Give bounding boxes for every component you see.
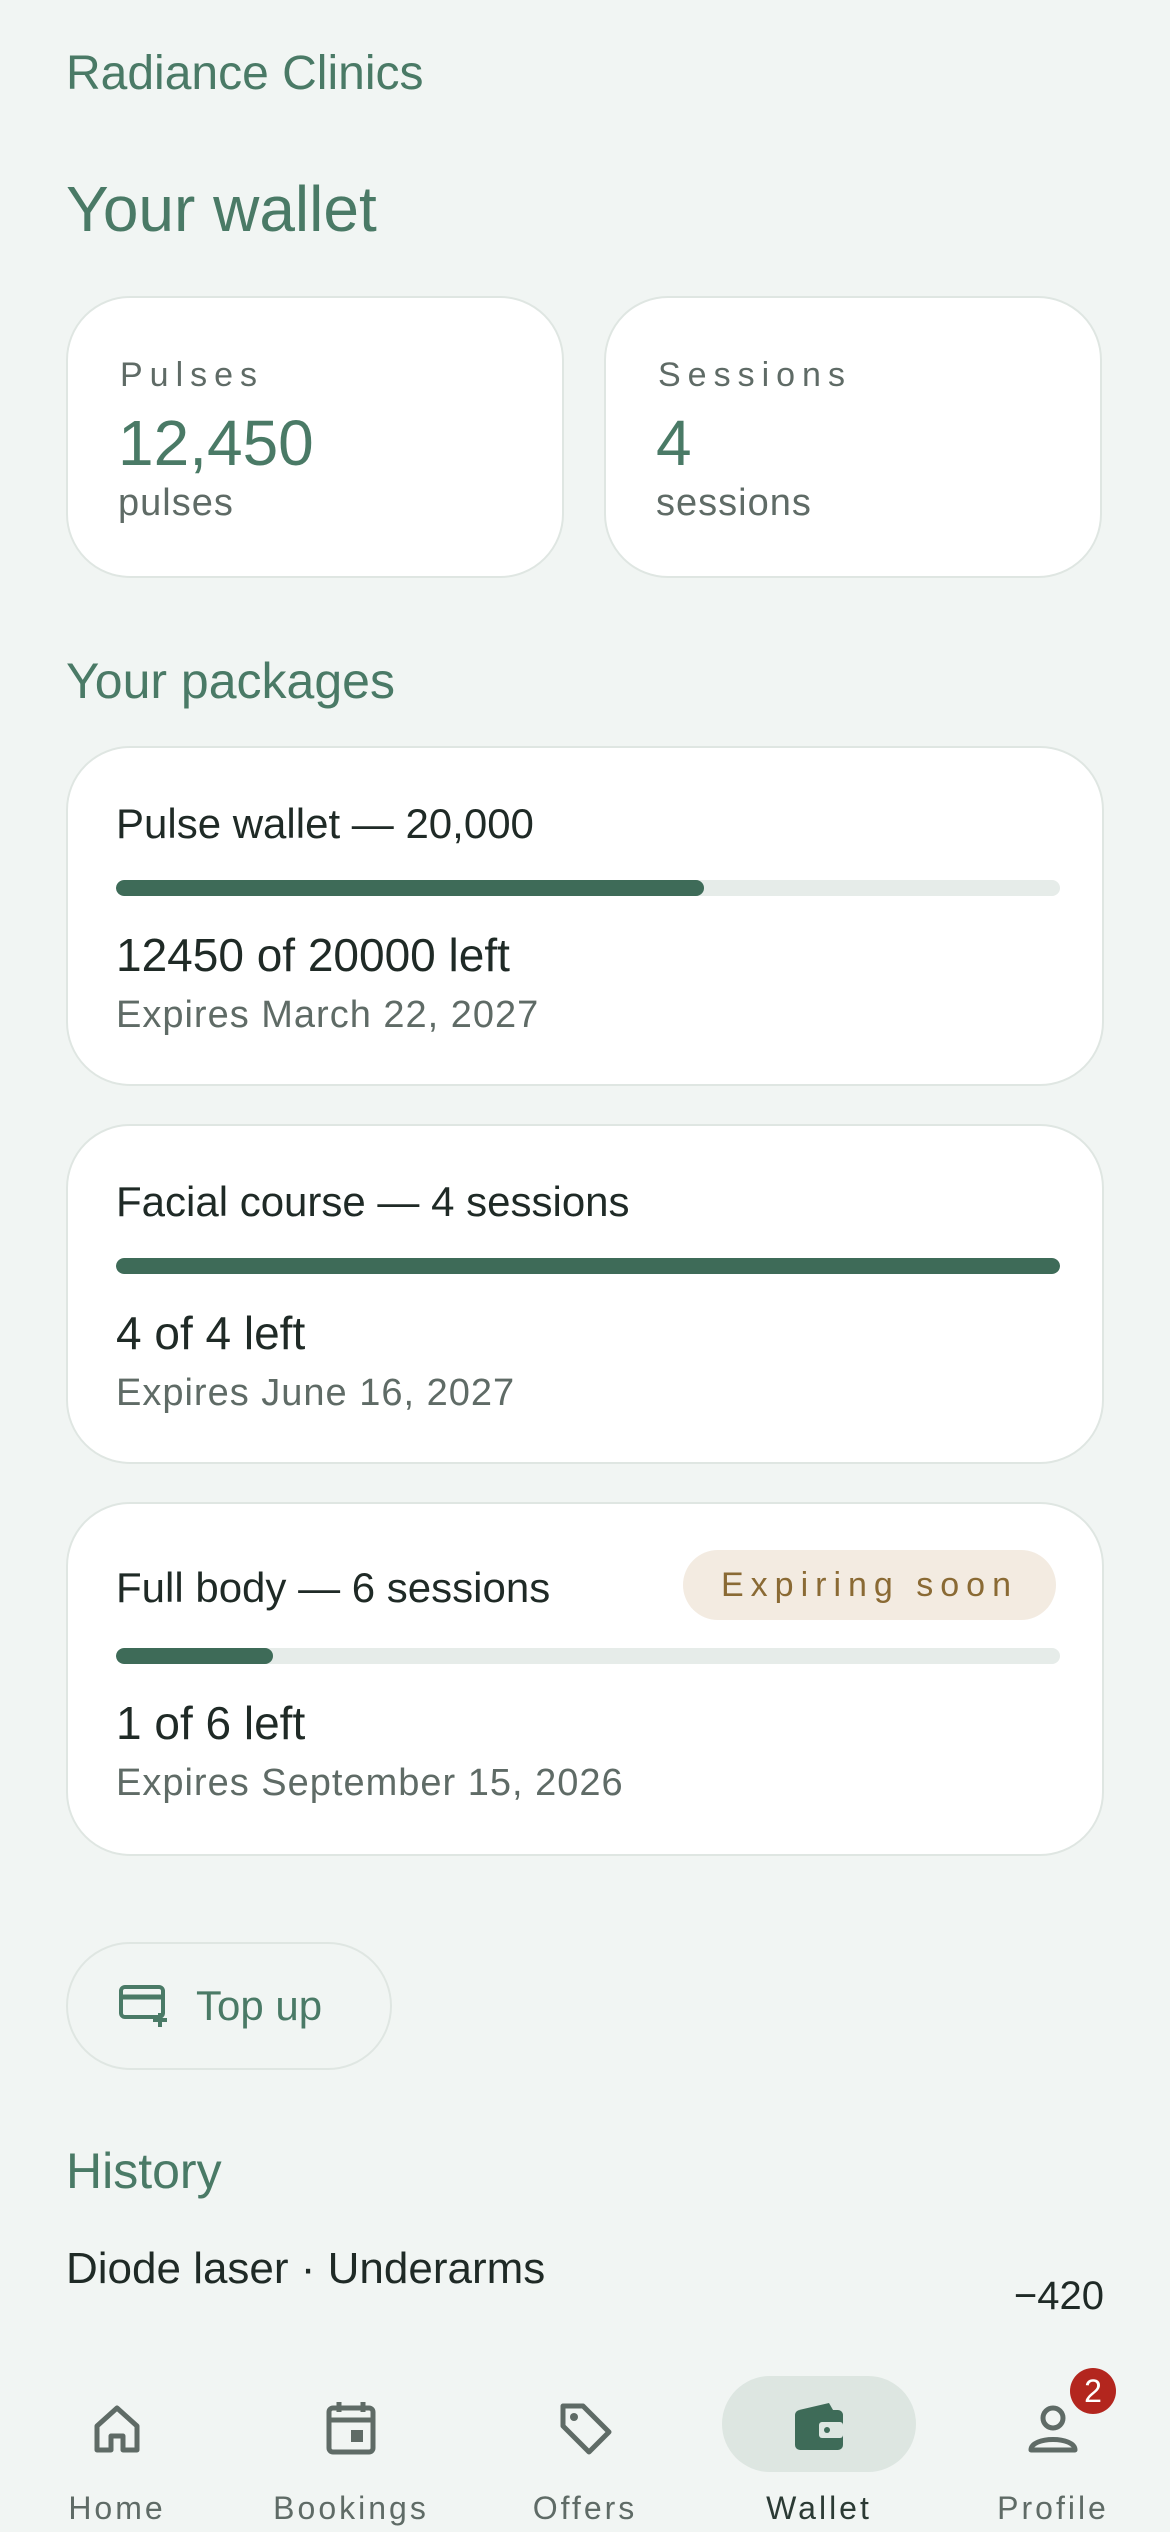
package-card-full-body[interactable]: Full body — 6 sessions Expiring soon 1 o…	[66, 1502, 1104, 1856]
stat-unit: pulses	[118, 482, 234, 524]
wallet-icon	[795, 2403, 843, 2450]
top-up-button[interactable]: Top up	[66, 1942, 392, 2070]
nav-label: Offers	[532, 2490, 638, 2526]
package-expiry: Expires September 15, 2026	[116, 1762, 624, 1804]
package-card-pulse-wallet[interactable]: Pulse wallet — 20,000 12450 of 20000 lef…	[66, 746, 1104, 1086]
packages-section-title: Your packages	[66, 653, 395, 709]
bottom-navigation: Home Bookings Offers Wallet 2 Profile	[0, 2316, 1170, 2532]
nav-item-offers[interactable]: Offers	[485, 2346, 685, 2526]
stat-unit: sessions	[656, 482, 812, 524]
nav-item-bookings[interactable]: Bookings	[251, 2346, 451, 2526]
tag-icon	[560, 2403, 612, 2455]
page-title: Your wallet	[66, 173, 377, 245]
nav-label: Wallet	[766, 2490, 872, 2526]
package-progress-fill	[116, 880, 704, 896]
package-expiry: Expires March 22, 2027	[116, 994, 540, 1036]
home-icon	[94, 2405, 140, 2453]
sessions-stat-card: Sessions 4 sessions	[604, 296, 1102, 578]
package-remaining: 1 of 6 left	[116, 1697, 306, 1749]
nav-item-wallet[interactable]: Wallet	[719, 2346, 919, 2526]
clinic-name: Radiance Clinics	[66, 47, 424, 100]
package-progress-fill	[116, 1648, 274, 1664]
stat-value: 4	[656, 407, 692, 479]
package-expiry: Expires June 16, 2027	[116, 1372, 516, 1414]
package-remaining: 12450 of 20000 left	[116, 929, 510, 981]
package-progress-fill	[116, 1258, 1060, 1274]
card-plus-icon	[119, 1985, 167, 2027]
package-title: Pulse wallet — 20,000	[116, 800, 534, 847]
stat-label: Sessions	[658, 356, 852, 394]
nav-label: Bookings	[273, 2490, 429, 2526]
nav-label: Profile	[997, 2490, 1109, 2526]
top-up-label: Top up	[196, 1982, 323, 2029]
history-item-description[interactable]: Diode laser · Underarms	[66, 2244, 545, 2294]
package-title: Facial course — 4 sessions	[116, 1178, 630, 1225]
history-item-amount: −420	[1013, 2274, 1104, 2318]
package-title: Full body — 6 sessions	[116, 1564, 551, 1611]
stat-value: 12,450	[118, 407, 314, 479]
person-icon	[1028, 2405, 1078, 2453]
expiring-soon-badge: Expiring soon	[682, 1550, 1056, 1620]
nav-item-home[interactable]: Home	[17, 2346, 217, 2526]
pulses-stat-card: Pulses 12,450 pulses	[66, 296, 564, 578]
notification-badge: 2	[1070, 2368, 1116, 2414]
nav-label: Home	[68, 2490, 166, 2526]
package-card-facial-course[interactable]: Facial course — 4 sessions 4 of 4 left E…	[66, 1124, 1104, 1464]
nav-item-profile[interactable]: 2 Profile	[953, 2346, 1153, 2526]
stat-label: Pulses	[120, 356, 265, 394]
package-progress-bar	[116, 880, 1060, 896]
history-section-title: History	[66, 2143, 222, 2199]
package-progress-bar	[116, 1258, 1060, 1274]
package-remaining: 4 of 4 left	[116, 1307, 306, 1359]
package-progress-bar	[116, 1648, 1060, 1664]
calendar-icon	[326, 2402, 376, 2455]
